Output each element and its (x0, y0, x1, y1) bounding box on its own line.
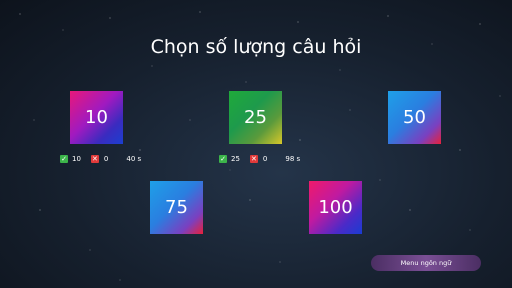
tile-10-stats: ✓ 10 ✕ 0 40 s (60, 153, 141, 165)
correct-count: 10 (72, 155, 81, 163)
cross-icon: ✕ (90, 155, 99, 163)
checkmark-icon: ✓ (219, 155, 227, 163)
tile-25-stats: ✓ 25 ✕ 0 98 s (219, 153, 300, 165)
cross-icon: ✕ (249, 155, 258, 163)
time-value: 40 s (126, 155, 142, 163)
correct-count: 25 (231, 155, 240, 163)
question-count-10-button[interactable]: 10 (70, 91, 123, 144)
page-title: Chọn số lượng câu hỏi (150, 36, 362, 58)
question-count-50-button[interactable]: 50 (388, 91, 441, 144)
checkmark-icon: ✓ (60, 155, 68, 163)
wrong-count: 0 (262, 155, 268, 163)
question-count-75-button[interactable]: 75 (150, 181, 203, 234)
time-value: 98 s (285, 155, 301, 163)
wrong-count: 0 (103, 155, 109, 163)
question-count-25-button[interactable]: 25 (229, 91, 282, 144)
question-count-100-button[interactable]: 100 (309, 181, 362, 234)
language-menu-button[interactable]: Menu ngôn ngữ (371, 255, 481, 271)
